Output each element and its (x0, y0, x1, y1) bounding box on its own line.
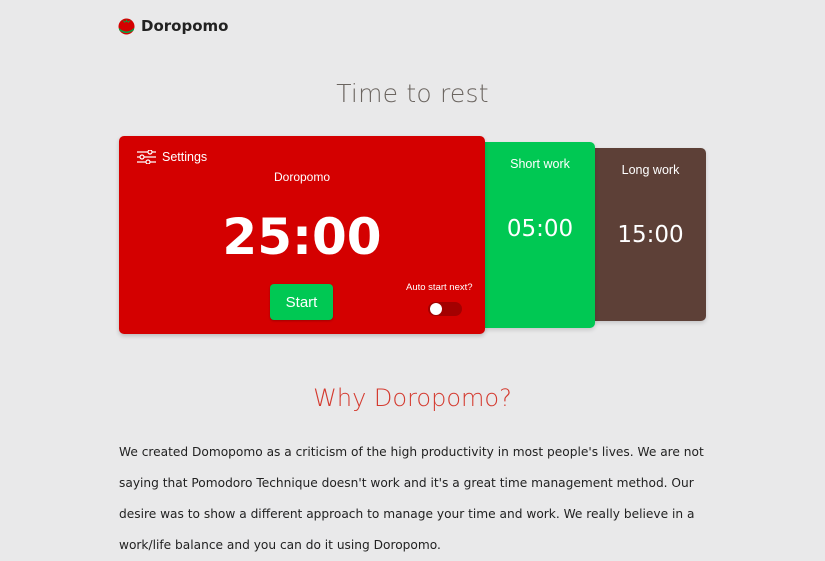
why-description: We created Domopomo as a criticism of th… (119, 445, 704, 552)
start-button[interactable]: Start (270, 284, 333, 320)
auto-start-label: Auto start next? (406, 282, 473, 293)
short-work-card[interactable]: Short work 05:00 (475, 142, 595, 328)
timer-mode-label: Doropomo (273, 170, 331, 184)
long-work-card[interactable]: Long work 15:00 (585, 148, 706, 321)
app-header: Doropomo (118, 16, 228, 35)
long-work-label: Long work (621, 163, 680, 177)
settings-button[interactable]: Settings (137, 150, 207, 164)
short-work-label: Short work (510, 157, 570, 171)
short-work-time: 05:00 (506, 216, 574, 242)
why-title: Why Doropomo? (313, 384, 512, 412)
timer-display: 25:00 (222, 208, 382, 266)
auto-start-toggle[interactable] (428, 302, 462, 316)
toggle-knob (430, 303, 442, 315)
tomato-icon (118, 18, 135, 35)
long-work-time: 15:00 (617, 222, 684, 248)
brand-name[interactable]: Doropomo (141, 17, 228, 35)
sliders-icon (137, 150, 156, 164)
page-title: Time to rest (336, 79, 489, 108)
settings-label: Settings (162, 150, 208, 164)
doropomo-timer-card[interactable]: Settings Doropomo 25:00 Start Auto start… (119, 136, 485, 334)
